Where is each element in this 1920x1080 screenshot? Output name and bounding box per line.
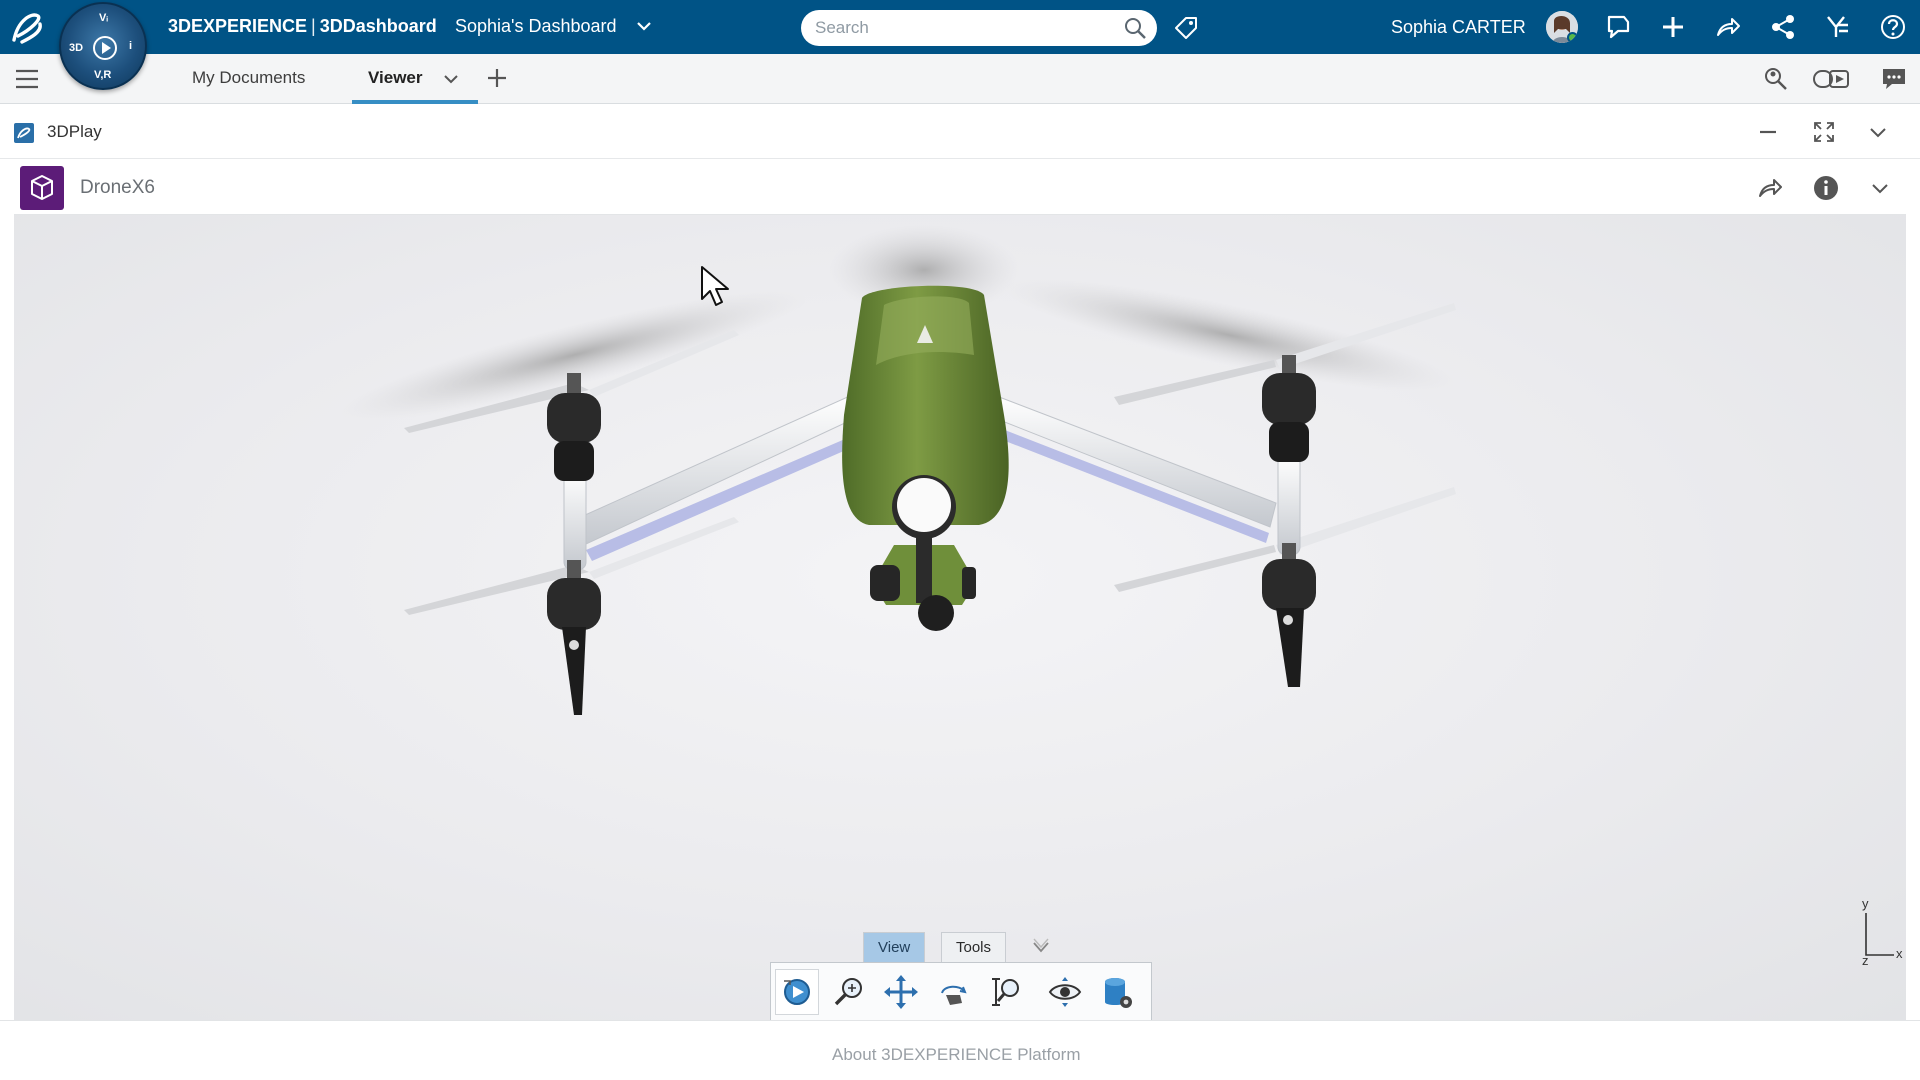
- share-icon[interactable]: [1714, 13, 1742, 41]
- chevron-down-icon[interactable]: [1030, 936, 1052, 958]
- propeller-blur-right: [1003, 278, 1455, 392]
- rotate-hand-icon: [941, 985, 967, 1005]
- menu-icon[interactable]: [14, 67, 40, 91]
- zoom-area-icon: [992, 978, 1019, 1006]
- pan-button[interactable]: [879, 969, 923, 1015]
- zoom-icon: [834, 978, 862, 1006]
- collaborate-icon[interactable]: [1769, 13, 1797, 41]
- compass-right-label: i: [129, 40, 133, 52]
- compass-left-label: 3D: [69, 42, 84, 54]
- share-icon[interactable]: [1756, 174, 1784, 202]
- look-at-button[interactable]: [1043, 969, 1087, 1015]
- widget-title: 3DPlay: [47, 122, 102, 141]
- 3d-viewer-canvas[interactable]: y x z View Tools: [14, 215, 1906, 1020]
- motor-rear-left: [547, 560, 601, 715]
- zoom-area-button[interactable]: [983, 969, 1027, 1015]
- 3d-toggle-icon[interactable]: [1812, 65, 1852, 93]
- database-button[interactable]: [1095, 969, 1139, 1015]
- info-icon[interactable]: [1812, 174, 1840, 202]
- action-bar: [770, 962, 1152, 1020]
- left-arm-upper: [573, 394, 863, 546]
- tab-tools[interactable]: Tools: [941, 932, 1007, 962]
- gimbal-arm: [916, 533, 932, 603]
- left-strut: [563, 469, 587, 571]
- propeller-blade: [1114, 545, 1276, 592]
- look-at-icon: [1048, 977, 1082, 1007]
- chevron-down-icon[interactable]: [636, 18, 652, 34]
- tab-my-documents[interactable]: My Documents: [192, 68, 305, 88]
- tab-viewer[interactable]: Viewer: [368, 68, 423, 88]
- widget-header: 3DPlay: [0, 104, 1920, 159]
- right-arm-upper: [991, 394, 1277, 528]
- gimbal-camera: [918, 595, 954, 631]
- dashboard-tab-bar: My Documents Viewer: [0, 54, 1920, 104]
- gimbal-side: [962, 567, 976, 599]
- brand-prefix: 3DEXPERIENCE: [168, 16, 308, 36]
- object-title[interactable]: DroneX6: [80, 177, 155, 199]
- about-platform-link[interactable]: About 3DEXPERIENCE Platform: [832, 1045, 1080, 1065]
- apps-icon[interactable]: [1824, 13, 1852, 41]
- fullscreen-icon[interactable]: [1812, 120, 1836, 144]
- brand-app: 3DDashboard: [319, 16, 437, 36]
- cube-icon: [20, 166, 64, 210]
- mouse-cursor-icon: [701, 266, 729, 306]
- user-name[interactable]: Sophia CARTER: [1391, 17, 1526, 38]
- 3dplay-app-icon: [14, 123, 34, 143]
- rotate-button[interactable]: [931, 969, 975, 1015]
- zoom-button[interactable]: [827, 969, 871, 1015]
- play-view-icon: [784, 979, 810, 1005]
- plus-icon[interactable]: [1659, 13, 1687, 41]
- plus-icon[interactable]: [486, 67, 508, 89]
- minimize-icon[interactable]: [1756, 120, 1780, 144]
- compass-top-label: Vᵢ: [99, 12, 108, 24]
- search-people-icon[interactable]: [1762, 65, 1790, 93]
- gimbal-motor: [870, 565, 900, 601]
- propeller-blade: [1114, 360, 1276, 405]
- axis-label-x: x: [1896, 946, 1903, 961]
- chevron-down-icon[interactable]: [442, 70, 460, 88]
- motor-rear-right: [1262, 543, 1316, 687]
- ds-logo-icon[interactable]: [8, 6, 48, 50]
- search-icon[interactable]: [1123, 16, 1147, 40]
- camera-lens: [897, 478, 951, 532]
- axis-label-z: z: [1862, 953, 1869, 965]
- chevron-down-icon[interactable]: [1866, 120, 1890, 144]
- chevron-down-icon[interactable]: [1866, 174, 1894, 202]
- play-view-button[interactable]: [775, 969, 819, 1015]
- online-status-badge: [1567, 32, 1578, 43]
- object-header: DroneX6: [14, 160, 1906, 215]
- search-box: [801, 10, 1157, 46]
- platform-brand: 3DEXPERIENCE | 3DDashboard: [168, 16, 437, 36]
- search-input[interactable]: [815, 17, 1105, 39]
- right-strut: [1277, 454, 1301, 556]
- axis-triad: y x z: [1862, 896, 1903, 965]
- help-icon[interactable]: [1879, 13, 1907, 41]
- footer: About 3DEXPERIENCE Platform: [0, 1020, 1920, 1080]
- propeller-blade: [1276, 487, 1456, 555]
- top-bar: Vᵢ 3D i V,R 3DEXPERIENCE | 3DDashboard Sop…: [0, 0, 1920, 90]
- tab-view[interactable]: View: [863, 932, 926, 962]
- compass-icon[interactable]: Vᵢ 3D i V,R: [59, 2, 147, 90]
- pan-icon: [884, 975, 918, 1009]
- feed-icon[interactable]: [1604, 13, 1632, 41]
- chat-icon[interactable]: [1880, 65, 1908, 93]
- play-icon: [93, 36, 117, 60]
- drone-model[interactable]: [14, 215, 1906, 1020]
- database-icon: [1105, 978, 1132, 1008]
- avatar[interactable]: [1546, 11, 1578, 43]
- dashboard-name[interactable]: Sophia's Dashboard: [455, 16, 617, 37]
- compass-bottom-label: V,R: [94, 69, 112, 81]
- tag-icon[interactable]: [1172, 14, 1200, 42]
- axis-label-y: y: [1862, 896, 1869, 911]
